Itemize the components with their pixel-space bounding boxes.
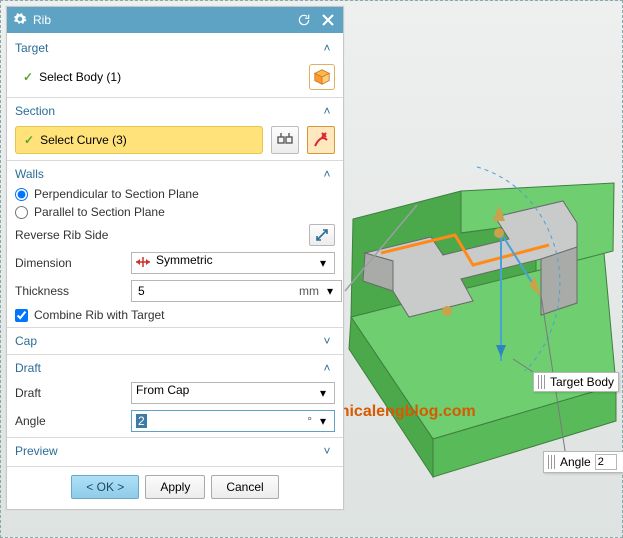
combine-checkbox-input[interactable] [15,309,28,322]
chevron-down-icon: ˅ [319,334,335,348]
reverse-rib-label: Reverse Rib Side [15,228,303,242]
dimension-value: Symmetric [156,253,316,273]
radio-parallel-input[interactable] [15,206,28,219]
grip-icon [538,375,546,389]
thickness-unit: mm [295,284,323,298]
target-body-callout-label: Target Body [550,375,614,389]
symmetric-icon [136,256,150,270]
section-header-section[interactable]: Section ˄ [15,100,335,122]
angle-callout-input[interactable] [595,454,617,470]
reverse-button[interactable] [309,224,335,246]
section-header-cap[interactable]: Cap ˅ [15,330,335,352]
select-curve-row[interactable]: ✓ Select Curve (3) [15,126,263,154]
thickness-field[interactable]: mm ▾ [131,280,342,302]
section-title: Draft [15,361,319,375]
dropdown-icon[interactable]: ▾ [316,386,330,400]
dropdown-icon[interactable]: ▾ [316,256,330,270]
angle-field[interactable]: 2 ° ▾ [131,410,335,432]
select-body-row[interactable]: ✓ Select Body (1) [15,63,301,91]
chevron-up-icon: ˄ [319,167,335,181]
sketch-region-icon[interactable] [271,126,299,154]
ok-button[interactable]: < OK > [71,475,139,499]
draft-select[interactable]: From Cap ▾ [131,382,335,404]
angle-callout-label: Angle [560,455,591,469]
cancel-button[interactable]: Cancel [211,475,278,499]
cube-icon[interactable] [309,64,335,90]
combine-checkbox[interactable]: Combine Rib with Target [15,305,335,325]
angle-callout[interactable]: Angle ▾ [543,451,623,473]
section-title: Section [15,104,319,118]
radio-perpendicular[interactable]: Perpendicular to Section Plane [15,185,335,203]
section-header-preview[interactable]: Preview ˅ [15,440,335,462]
dimension-select[interactable]: Symmetric ▾ [131,252,335,274]
section-title: Cap [15,334,319,348]
close-icon[interactable] [319,11,337,29]
check-icon: ✓ [23,70,33,84]
target-body-callout[interactable]: Target Body [533,372,619,392]
curve-rule-icon[interactable] [307,126,335,154]
thickness-input[interactable] [136,281,295,301]
section-title: Walls [15,167,319,181]
apply-button[interactable]: Apply [145,475,205,499]
button-bar: < OK > Apply Cancel [7,466,343,509]
gear-icon [13,12,27,29]
reset-icon[interactable] [295,11,313,29]
radio-label: Perpendicular to Section Plane [34,187,199,201]
angle-label: Angle [15,414,125,428]
rib-dialog: Rib Target ˄ ✓ Select Body (1) [6,6,344,510]
dimension-label: Dimension [15,256,125,270]
check-icon: ✓ [24,133,34,147]
section-header-draft[interactable]: Draft ˄ [15,357,335,379]
angle-unit: ° [303,414,316,428]
draft-label: Draft [15,386,125,400]
chevron-down-icon: ˅ [319,444,335,458]
draft-value: From Cap [136,383,316,403]
chevron-up-icon: ˄ [319,361,335,375]
combine-label: Combine Rib with Target [34,308,165,322]
chevron-up-icon: ˄ [319,41,335,55]
grip-icon [548,455,556,469]
radio-parallel[interactable]: Parallel to Section Plane [15,203,335,221]
angle-input[interactable]: 2 [136,414,147,428]
section-header-walls[interactable]: Walls ˄ [15,163,335,185]
section-header-target[interactable]: Target ˄ [15,37,335,59]
dropdown-icon[interactable]: ▾ [323,284,337,298]
chevron-up-icon: ˄ [319,104,335,118]
select-body-label: Select Body (1) [39,70,121,84]
section-title: Target [15,41,319,55]
radio-label: Parallel to Section Plane [34,205,165,219]
dialog-title: Rib [33,13,289,27]
select-curve-label: Select Curve (3) [40,133,127,147]
radio-perpendicular-input[interactable] [15,188,28,201]
dropdown-icon[interactable]: ▾ [316,414,330,428]
section-title: Preview [15,444,319,458]
thickness-label: Thickness [15,284,125,298]
dialog-titlebar[interactable]: Rib [7,7,343,33]
